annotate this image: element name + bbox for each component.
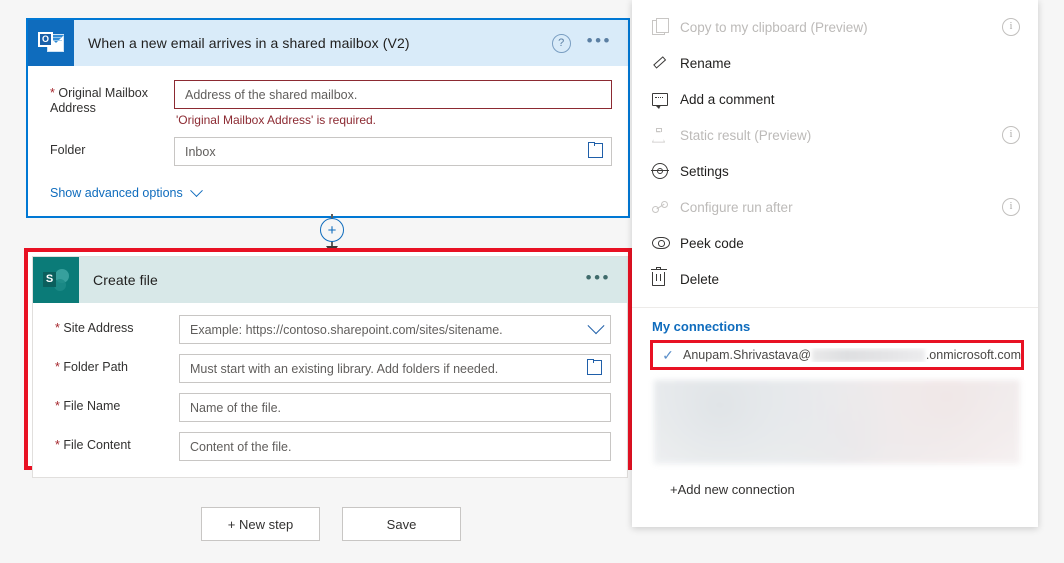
field-label: File Content <box>63 438 131 452</box>
validation-error-message: 'Original Mailbox Address' is required. <box>176 113 377 127</box>
show-advanced-options-link[interactable]: Show advanced options <box>50 183 203 200</box>
add-step-button[interactable]: + <box>320 218 344 242</box>
action-title: Create file <box>93 272 158 288</box>
menu-item-static-result: Static result (Preview) i <box>632 117 1038 153</box>
blurred-connection-area <box>654 380 1020 464</box>
new-step-button[interactable]: + New step <box>201 507 320 541</box>
input-placeholder: Content of the file. <box>190 439 292 454</box>
input-value: Inbox <box>185 144 216 159</box>
connection-email-prefix: Anupam.Shrivastava@ <box>683 348 812 362</box>
trigger-header-actions: ? ••• <box>551 32 628 53</box>
folder-path-input[interactable]: Must start with an existing library. Add… <box>179 354 611 383</box>
save-button[interactable]: Save <box>342 507 461 541</box>
menu-item-label: Rename <box>680 55 732 71</box>
menu-item-label: Copy to my clipboard (Preview) <box>680 19 868 35</box>
menu-item-rename[interactable]: Rename <box>632 45 1038 81</box>
gear-icon <box>652 163 674 179</box>
chevron-down-icon <box>189 183 203 197</box>
run-after-icon <box>652 201 674 213</box>
flow-canvas: O When a new email arrives in a shared m… <box>0 0 632 563</box>
original-mailbox-address-input[interactable]: Address of the shared mailbox. <box>174 80 612 109</box>
trigger-title: When a new email arrives in a shared mai… <box>88 35 410 51</box>
trigger-card-body: * Original Mailbox Address Address of th… <box>28 66 628 216</box>
chevron-down-icon[interactable] <box>587 316 605 334</box>
trigger-card-header[interactable]: O When a new email arrives in a shared m… <box>28 20 628 66</box>
menu-item-label: Add a comment <box>680 91 775 107</box>
menu-item-label: Settings <box>680 163 729 179</box>
info-icon[interactable]: i <box>1002 198 1020 216</box>
menu-item-copy-to-clipboard: Copy to my clipboard (Preview) i <box>632 9 1038 45</box>
menu-item-settings[interactable]: Settings <box>632 153 1038 189</box>
field-label: Folder <box>50 143 86 157</box>
field-original-mailbox-address: * Original Mailbox Address Address of th… <box>50 80 612 127</box>
action-card-header[interactable]: S Create file ••• <box>33 257 627 303</box>
field-label: File Name <box>63 399 121 413</box>
connection-item-highlighted[interactable]: ✓ Anupam.Shrivastava@ .onmicrosoft.com <box>650 340 1024 370</box>
folder-picker-icon[interactable] <box>587 141 604 158</box>
pencil-icon <box>652 56 674 70</box>
required-asterisk: * <box>50 86 55 100</box>
menu-item-label: Peek code <box>680 235 744 251</box>
file-name-input[interactable]: Name of the file. <box>179 393 611 422</box>
menu-item-label: Delete <box>680 271 720 287</box>
trigger-card[interactable]: O When a new email arrives in a shared m… <box>26 18 630 218</box>
flask-icon <box>652 127 674 143</box>
add-new-connection-link[interactable]: +Add new connection <box>632 464 1038 497</box>
file-content-input[interactable]: Content of the file. <box>179 432 611 461</box>
menu-item-peek-code[interactable]: Peek code <box>632 225 1038 261</box>
field-label: Site Address <box>63 321 134 335</box>
menu-item-delete[interactable]: Delete <box>632 261 1038 297</box>
menu-item-configure-run-after: Configure run after i <box>632 189 1038 225</box>
folder-input[interactable]: Inbox <box>174 137 612 166</box>
eye-icon <box>652 237 674 249</box>
connection-email-suffix: .onmicrosoft.com <box>925 348 1021 362</box>
context-menu-panel: Copy to my clipboard (Preview) i Rename … <box>632 0 1038 527</box>
field-label: Folder Path <box>63 360 128 374</box>
checkmark-icon: ✓ <box>662 346 674 363</box>
flow-footer-buttons: + New step Save <box>201 507 461 541</box>
create-file-highlight-box: S Create file ••• * Site Address Example… <box>24 248 632 478</box>
redacted-domain <box>812 348 925 362</box>
field-site-address: * Site Address Example: https://contoso.… <box>55 315 611 344</box>
help-icon[interactable]: ? <box>551 33 571 53</box>
copy-icon <box>652 17 674 35</box>
menu-item-label: Static result (Preview) <box>680 127 812 143</box>
flow-designer: O When a new email arrives in a shared m… <box>0 0 1064 563</box>
advanced-options-label: Show advanced options <box>50 186 183 200</box>
trash-icon <box>650 266 674 286</box>
menu-item-add-comment[interactable]: Add a comment <box>632 81 1038 117</box>
field-folder-path: * Folder Path Must start with an existin… <box>55 354 611 383</box>
field-label: * Original Mailbox Address <box>50 86 148 115</box>
menu-item-label: Configure run after <box>680 199 793 215</box>
field-file-content: * File Content Content of the file. <box>55 432 611 461</box>
info-icon[interactable]: i <box>1002 18 1020 36</box>
comment-icon <box>652 92 674 109</box>
input-placeholder: Example: https://contoso.sharepoint.com/… <box>190 322 503 337</box>
connection-email: Anupam.Shrivastava@ .onmicrosoft.com <box>679 348 1021 362</box>
outlook-icon: O <box>28 20 74 66</box>
field-file-name: * File Name Name of the file. <box>55 393 611 422</box>
input-placeholder: Name of the file. <box>190 400 282 415</box>
context-menu-list: Copy to my clipboard (Preview) i Rename … <box>632 0 1038 301</box>
outlook-icon-letter: O <box>38 32 53 47</box>
sharepoint-icon-letter: S <box>43 272 56 287</box>
my-connections-section: My connections ✓ Anupam.Shrivastava@ .on… <box>632 308 1038 497</box>
folder-picker-icon[interactable] <box>586 358 603 375</box>
input-placeholder: Address of the shared mailbox. <box>185 87 358 102</box>
my-connections-title: My connections <box>652 319 751 334</box>
trigger-more-menu-button[interactable]: ••• <box>587 32 612 51</box>
action-card-body: * Site Address Example: https://contoso.… <box>33 303 627 477</box>
action-card-create-file[interactable]: S Create file ••• * Site Address Example… <box>32 256 628 478</box>
action-more-menu-button[interactable]: ••• <box>586 269 611 288</box>
field-folder: Folder Inbox <box>50 137 612 166</box>
sharepoint-icon: S <box>33 257 79 303</box>
info-icon[interactable]: i <box>1002 126 1020 144</box>
site-address-input[interactable]: Example: https://contoso.sharepoint.com/… <box>179 315 611 344</box>
input-placeholder: Must start with an existing library. Add… <box>190 361 499 376</box>
